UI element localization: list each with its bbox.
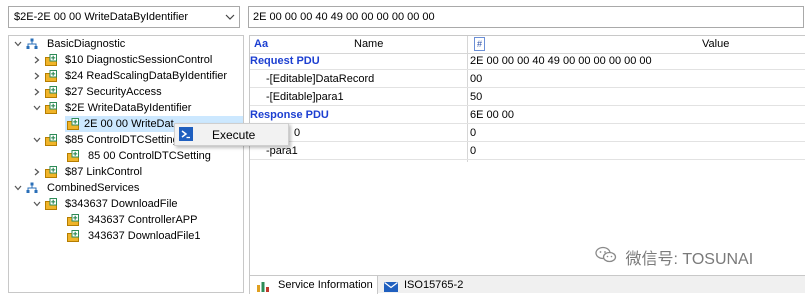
tree-node-service-24[interactable]: $24 ReadScalingDataByIdentifier xyxy=(9,68,243,84)
collapse-icon[interactable] xyxy=(32,132,41,148)
row-value: 6E 00 00 xyxy=(470,109,515,121)
bar-chart-icon xyxy=(257,280,269,298)
value-column-header[interactable]: Value xyxy=(702,38,729,50)
expand-icon[interactable] xyxy=(32,52,41,68)
tree-node-label: $85 ControlDTCSetting xyxy=(65,134,179,146)
tree-node-basicdiagnostic[interactable]: BasicDiagnostic xyxy=(9,36,243,52)
collapse-icon[interactable] xyxy=(32,100,41,116)
expand-icon[interactable] xyxy=(32,84,41,100)
sort-alpha-icon[interactable]: Aa xyxy=(254,38,268,50)
service-icon xyxy=(67,150,79,162)
row-name: -para1 xyxy=(266,145,298,157)
service-icon xyxy=(45,86,57,98)
chevron-down-icon[interactable] xyxy=(221,7,239,27)
table-row[interactable]: -[Editable]para1 50 xyxy=(250,89,805,106)
bottom-tab-bar: Service Information ISO15765-2 xyxy=(249,275,805,294)
table-row[interactable]: Request PDU 2E 00 00 00 40 49 00 00 00 0… xyxy=(250,53,805,70)
service-selector-value: $2E-2E 00 00 WriteDataByIdentifier xyxy=(14,11,189,23)
service-icon xyxy=(45,102,57,114)
tree-node-label: 2E 00 00 WriteDat xyxy=(84,118,174,130)
tree-node-service-343637[interactable]: $343637 DownloadFile xyxy=(9,196,243,212)
tree-node-label: $87 LinkControl xyxy=(65,166,143,178)
row-name: -[Editable]DataRecord xyxy=(266,73,375,85)
envelope-icon xyxy=(384,280,398,298)
service-icon xyxy=(67,118,79,130)
service-tree: BasicDiagnostic $10 DiagnosticSessionCon… xyxy=(8,35,244,293)
row-value[interactable]: 00 xyxy=(470,73,482,85)
watermark-text: 微信号: TOSUNAI xyxy=(625,251,754,268)
watermark: 微信号: TOSUNAI xyxy=(595,245,753,269)
tab-label: Service Information xyxy=(278,279,373,291)
service-icon xyxy=(45,54,57,66)
tree-node-85-00[interactable]: 85 00 ControlDTCSetting xyxy=(9,148,243,164)
service-icon xyxy=(67,214,79,226)
hex-data-field[interactable]: 2E 00 00 00 40 49 00 00 00 00 00 00 xyxy=(248,6,804,28)
tree-node-label: $2E WriteDataByIdentifier xyxy=(65,102,192,114)
hash-icon[interactable]: # xyxy=(474,37,485,51)
table-row[interactable]: -para1 0 xyxy=(250,143,805,160)
row-value: 2E 00 00 00 40 49 00 00 00 00 00 00 xyxy=(470,55,652,67)
tab-iso15765-2[interactable]: ISO15765-2 xyxy=(378,276,478,294)
tree-node-service-27[interactable]: $27 SecurityAccess xyxy=(9,84,243,100)
grid-header: Aa Name # Value xyxy=(250,36,805,54)
table-row[interactable]: 0 0 xyxy=(250,125,805,142)
collapse-icon[interactable] xyxy=(13,180,22,196)
row-value: 0 xyxy=(470,127,477,139)
expand-icon[interactable] xyxy=(32,164,41,180)
table-row[interactable]: Response PDU 6E 00 00 xyxy=(250,107,805,124)
row-name: 0 xyxy=(294,127,301,139)
tree-node-downloadfile1[interactable]: 343637 DownloadFile1 xyxy=(9,228,243,244)
collapse-icon[interactable] xyxy=(13,36,22,52)
row-name: Request PDU xyxy=(250,55,320,67)
wechat-icon xyxy=(595,246,617,269)
tree-node-controllerapp[interactable]: 343637 ControllerAPP xyxy=(9,212,243,228)
tree-node-label: BasicDiagnostic xyxy=(47,38,126,50)
tree-node-label: 343637 ControllerAPP xyxy=(88,214,198,226)
service-icon xyxy=(45,166,57,178)
service-icon xyxy=(67,230,79,242)
row-name: Response PDU xyxy=(250,109,329,121)
tree-node-service-87[interactable]: $87 LinkControl xyxy=(9,164,243,180)
tree-node-label: 343637 DownloadFile1 xyxy=(88,230,201,242)
tab-service-information[interactable]: Service Information xyxy=(249,276,378,294)
collapse-icon[interactable] xyxy=(32,196,41,212)
parameter-grid: Aa Name # Value Request PDU 2E 00 00 00 … xyxy=(249,35,805,275)
tree-node-service-10[interactable]: $10 DiagnosticSessionControl xyxy=(9,52,243,68)
tree-node-label: $10 DiagnosticSessionControl xyxy=(65,54,213,66)
service-icon xyxy=(45,134,57,146)
tree-node-label: 85 00 ControlDTCSetting xyxy=(88,150,211,162)
table-row[interactable]: -[Editable]DataRecord 00 xyxy=(250,71,805,88)
network-group-icon xyxy=(26,182,38,194)
row-name: -[Editable]para1 xyxy=(266,91,344,103)
row-value[interactable]: 50 xyxy=(470,91,482,103)
network-group-icon xyxy=(26,38,38,50)
execute-icon xyxy=(179,127,193,141)
hex-data-value: 2E 00 00 00 40 49 00 00 00 00 00 00 xyxy=(253,11,435,23)
tree-node-service-2e[interactable]: $2E WriteDataByIdentifier xyxy=(9,100,243,116)
tree-node-label: $27 SecurityAccess xyxy=(65,86,162,98)
tab-label: ISO15765-2 xyxy=(404,279,464,291)
service-icon xyxy=(45,198,57,210)
service-icon xyxy=(45,70,57,82)
tree-node-combinedservices[interactable]: CombinedServices xyxy=(9,180,243,196)
row-value: 0 xyxy=(470,145,477,157)
context-menu: Execute xyxy=(174,123,289,146)
tree-node-label: $24 ReadScalingDataByIdentifier xyxy=(65,70,228,82)
name-column-header[interactable]: Name xyxy=(354,38,383,50)
execute-menu-item[interactable]: Execute xyxy=(212,128,255,142)
tree-node-label: $343637 DownloadFile xyxy=(65,198,178,210)
expand-icon[interactable] xyxy=(32,68,41,84)
tree-node-label: CombinedServices xyxy=(47,182,140,194)
service-selector[interactable]: $2E-2E 00 00 WriteDataByIdentifier xyxy=(8,6,240,28)
